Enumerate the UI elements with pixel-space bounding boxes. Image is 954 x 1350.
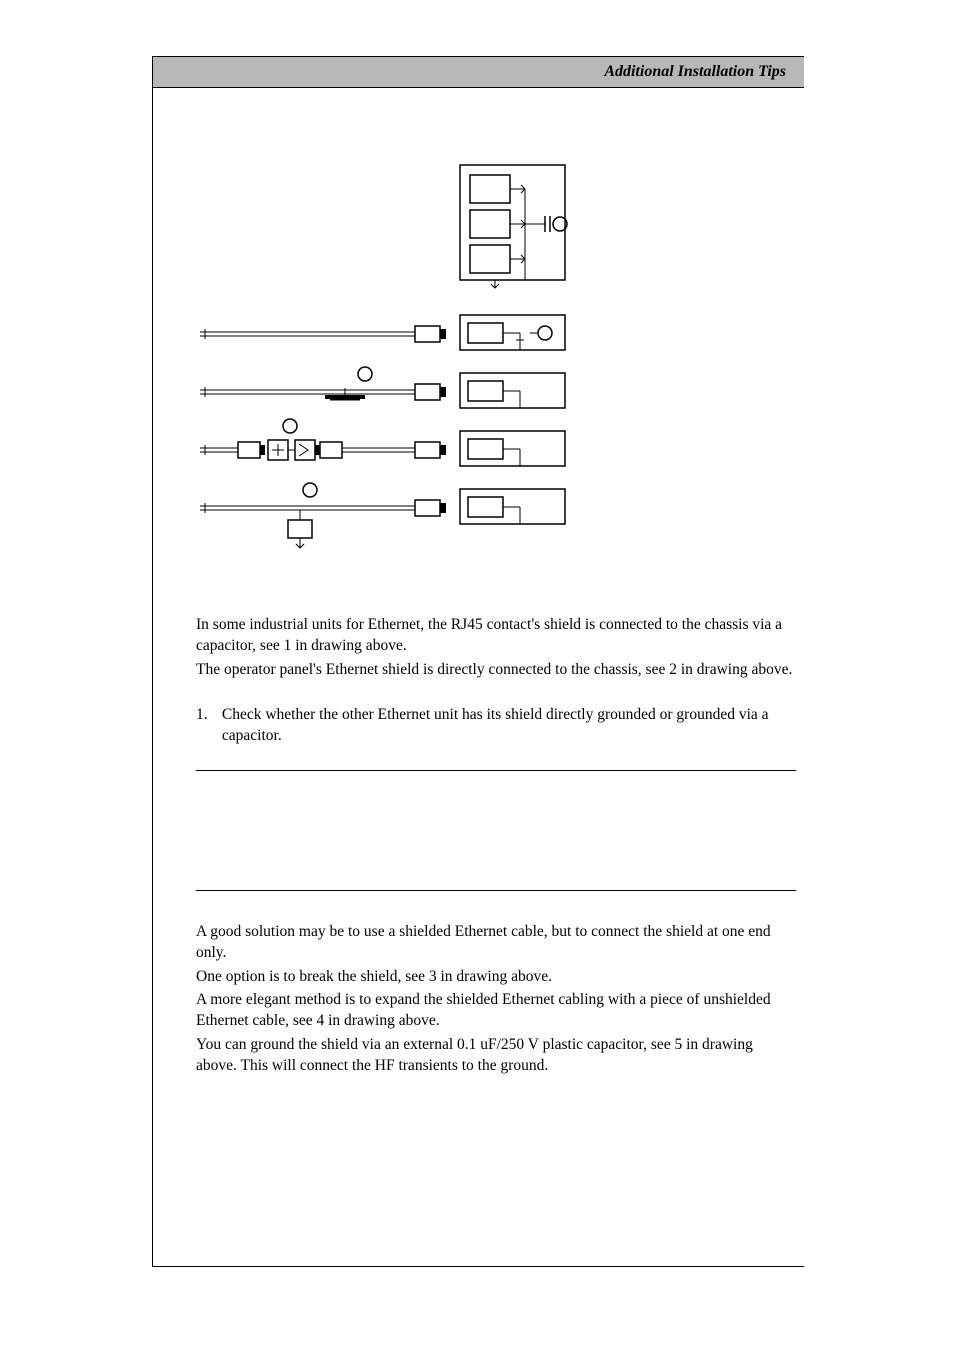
diagram-svg [200, 140, 780, 565]
config-3 [200, 367, 565, 408]
config-4 [200, 419, 565, 466]
header-title: Additional Installation Tips [604, 63, 786, 81]
paragraph-5: One option is to break the shield, see 3… [196, 967, 796, 988]
horizontal-rule-2 [196, 890, 796, 891]
paragraph-6: A more elegant method is to expand the s… [196, 990, 796, 1032]
header-bar: Additional Installation Tips [153, 57, 804, 88]
paragraph-2: The operator panel's Ethernet shield is … [196, 660, 796, 681]
config-2 [200, 315, 565, 350]
paragraph-1: In some industrial units for Ethernet, t… [196, 615, 796, 657]
paragraph-4: A good solution may be to use a shielded… [196, 922, 796, 964]
footer-rule [152, 1266, 804, 1267]
config-5 [200, 483, 565, 548]
horizontal-rule-1 [196, 770, 796, 771]
config-1 [460, 165, 567, 288]
wiring-diagram [200, 140, 780, 565]
list-number: 1. [196, 705, 218, 726]
paragraph-3-list: 1. Check whether the other Ethernet unit… [196, 705, 796, 747]
list-content: Check whether the other Ethernet unit ha… [222, 705, 782, 747]
paragraph-7: You can ground the shield via an externa… [196, 1035, 796, 1077]
